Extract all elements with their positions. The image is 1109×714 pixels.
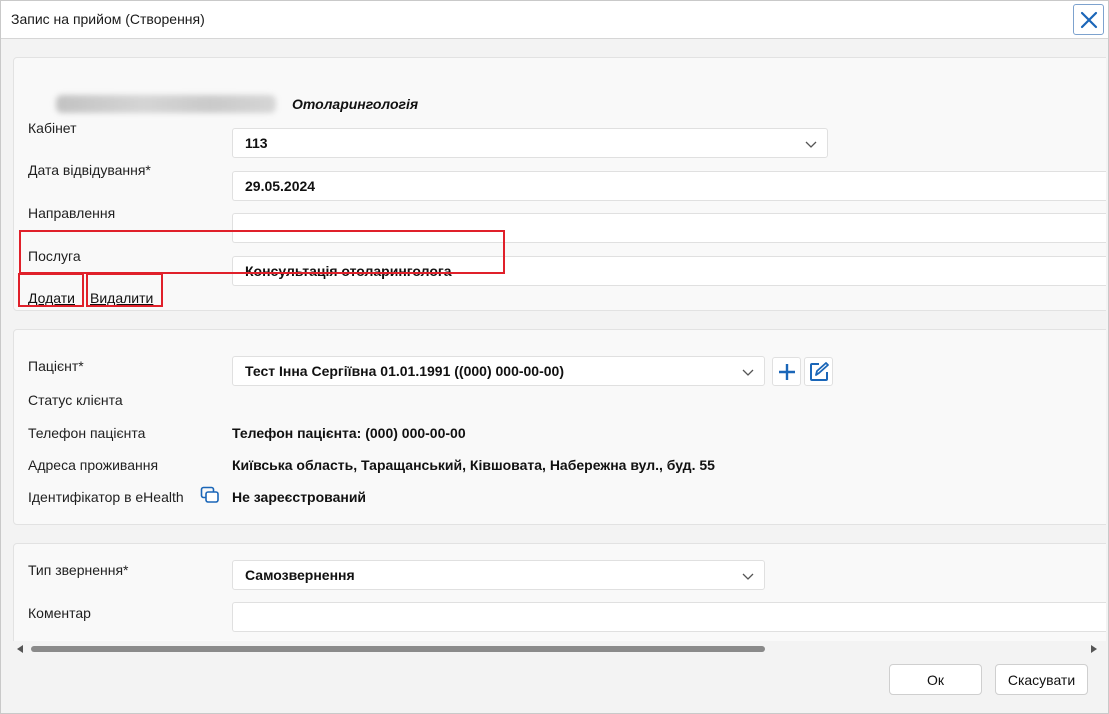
phone-value: Телефон пацієнта: (000) 000-00-00 <box>232 425 466 441</box>
doctor-name-blurred <box>56 95 276 113</box>
copy-ehealth-button[interactable] <box>200 486 220 507</box>
patient-value: Тест Інна Сергіївна 01.01.1991 ((000) 00… <box>245 363 564 379</box>
appointment-section: Отоларингологія Кабінет 113 Дата відвіду… <box>13 57 1106 311</box>
chevron-down-icon <box>742 573 754 580</box>
patient-section: Пацієнт* Тест Інна Сергіївна 01.01.1991 … <box>13 329 1106 525</box>
service-input[interactable]: Консультація отоларинголога <box>232 256 1106 286</box>
close-icon <box>1080 11 1097 28</box>
client-status-label: Статус клієнта <box>28 392 123 408</box>
ehealth-label: Ідентифікатор в eHealth <box>28 489 184 505</box>
patient-select[interactable]: Тест Інна Сергіївна 01.01.1991 ((000) 00… <box>232 356 765 386</box>
patient-label: Пацієнт* <box>28 358 84 374</box>
chevron-down-icon <box>742 369 754 376</box>
ehealth-value: Не зареєстрований <box>232 489 367 505</box>
referral-input[interactable] <box>232 213 1106 243</box>
edit-patient-button[interactable] <box>804 357 833 386</box>
title-bar: Запис на прийом (Створення) <box>1 1 1108 39</box>
add-service-link[interactable]: Додати <box>28 290 75 306</box>
form-scroll-area[interactable]: Отоларингологія Кабінет 113 Дата відвіду… <box>5 39 1106 659</box>
cancel-button[interactable]: Скасувати <box>995 664 1088 695</box>
visit-date-value: 29.05.2024 <box>245 178 316 194</box>
request-type-label: Тип звернення* <box>28 562 129 578</box>
phone-label: Телефон пацієнта <box>28 425 146 441</box>
copy-icon <box>200 486 219 503</box>
edit-icon <box>809 361 829 381</box>
cabinet-select[interactable]: 113 <box>232 128 828 158</box>
request-section: Тип звернення* Самозвернення Коментар <box>13 543 1106 655</box>
appointment-dialog: Запис на прийом (Створення) Отоларинголо… <box>0 0 1109 714</box>
delete-service-link[interactable]: Видалити <box>90 290 153 306</box>
comment-input[interactable] <box>232 602 1106 632</box>
horizontal-scrollbar[interactable] <box>5 641 1106 657</box>
service-label: Послуга <box>28 248 81 264</box>
add-patient-button[interactable] <box>772 357 801 386</box>
request-type-value: Самозвернення <box>245 567 355 583</box>
comment-label: Коментар <box>28 605 91 621</box>
referral-label: Направлення <box>28 205 116 221</box>
scrollbar-thumb[interactable] <box>31 646 765 652</box>
address-value: Київська область, Таращанський, Ківшоват… <box>232 457 715 473</box>
specialty-title: Отоларингологія <box>292 96 419 112</box>
request-type-select[interactable]: Самозвернення <box>232 560 765 590</box>
cabinet-value: 113 <box>245 135 268 151</box>
scroll-left-icon[interactable] <box>17 645 23 653</box>
window-title: Запис на прийом (Створення) <box>11 11 205 27</box>
scroll-right-icon[interactable] <box>1091 645 1097 653</box>
service-value: Консультація отоларинголога <box>245 263 452 279</box>
close-button[interactable] <box>1073 4 1104 35</box>
address-label: Адреса проживання <box>28 457 159 473</box>
plus-icon <box>778 363 795 380</box>
chevron-down-icon <box>805 141 817 148</box>
visit-date-label: Дата відвідування* <box>28 162 151 178</box>
cabinet-label: Кабінет <box>28 120 77 136</box>
visit-date-input[interactable]: 29.05.2024 <box>232 171 1106 201</box>
ok-button[interactable]: Ок <box>889 664 982 695</box>
